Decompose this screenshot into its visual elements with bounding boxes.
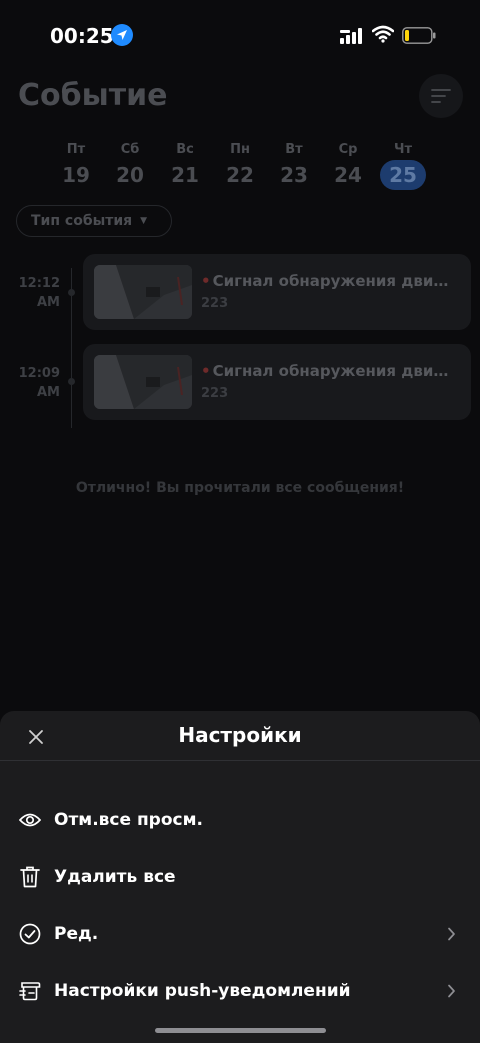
event-time: 12:09 AM xyxy=(10,364,60,402)
menu-item-label: Отм.все просм. xyxy=(54,810,203,830)
unread-dot-icon: • xyxy=(201,362,211,380)
event-thumbnail xyxy=(94,355,192,409)
day-number: 24 xyxy=(334,163,362,187)
check-circle-icon xyxy=(18,922,42,946)
screen: 00:25 Событие Пт 19 Сб 20 Вс 21 Пн 22 Вт… xyxy=(0,0,480,1043)
day-selector-item[interactable]: Вт 23 xyxy=(271,142,317,192)
event-time-ampm: AM xyxy=(37,295,60,310)
event-title-text: Сигнал обнаружения движения xyxy=(212,272,463,290)
event-card[interactable]: • Сигнал обнаружения движения 223 xyxy=(83,344,471,420)
day-selector-item[interactable]: Пт 19 xyxy=(53,142,99,192)
all-read-message: Отлично! Вы прочитали все сообщения! xyxy=(75,480,405,496)
wifi-icon xyxy=(372,25,394,43)
event-device: 223 xyxy=(201,296,229,311)
day-name: Ср xyxy=(338,142,358,157)
location-arrow-icon xyxy=(111,24,133,46)
day-number: 21 xyxy=(171,163,199,187)
day-number: 22 xyxy=(226,163,254,187)
day-name: Пн xyxy=(230,142,250,157)
unread-dot-icon: • xyxy=(201,272,211,290)
day-number: 19 xyxy=(62,163,90,187)
menu-item-label: Удалить все xyxy=(54,867,176,887)
menu-item-delete-all[interactable]: Удалить все xyxy=(0,851,480,903)
event-type-label: Тип события xyxy=(31,213,133,229)
day-selector-item[interactable]: Ср 24 xyxy=(325,142,371,192)
day-name: Вс xyxy=(176,142,194,157)
day-name: Вт xyxy=(285,142,303,157)
trash-icon xyxy=(18,865,42,889)
day-selector-item-selected[interactable]: Чт 25 xyxy=(380,142,426,192)
event-time-ampm: AM xyxy=(37,385,60,400)
menu-item-label: Ред. xyxy=(54,924,99,944)
event-time-clock: 12:12 xyxy=(18,276,60,291)
notification-settings-icon xyxy=(18,979,42,1003)
sheet-title: Настройки xyxy=(178,723,302,747)
event-type-dropdown[interactable]: Тип события ▼ xyxy=(16,205,172,237)
day-selector-item[interactable]: Сб 20 xyxy=(107,142,153,192)
menu-item-push-settings[interactable]: Настройки push-уведомлений xyxy=(0,965,480,1017)
day-name: Пт xyxy=(66,142,86,157)
timeline-dot xyxy=(68,289,75,296)
day-name: Сб xyxy=(120,142,140,157)
sort-filter-button[interactable] xyxy=(419,74,463,118)
settings-bottom-sheet: Настройки Отм.все просм. Удалить все Ред… xyxy=(0,711,480,1043)
day-selector-item[interactable]: Вс 21 xyxy=(162,142,208,192)
menu-item-mark-all-read[interactable]: Отм.все просм. xyxy=(0,794,480,846)
status-bar: 00:25 xyxy=(0,0,480,70)
chevron-right-icon xyxy=(444,927,458,941)
day-number: 25 xyxy=(380,160,426,190)
chevron-right-icon xyxy=(444,984,458,998)
event-time: 12:12 AM xyxy=(10,274,60,312)
event-time-clock: 12:09 xyxy=(18,366,60,381)
event-device: 223 xyxy=(201,386,229,401)
day-name: Чт xyxy=(393,142,413,157)
caret-down-icon: ▼ xyxy=(140,216,148,226)
event-thumbnail xyxy=(94,265,192,319)
event-title: • Сигнал обнаружения движения xyxy=(201,272,463,290)
day-number: 23 xyxy=(280,163,308,187)
menu-item-label: Настройки push-уведомлений xyxy=(54,981,351,1001)
timeline-dot xyxy=(68,378,75,385)
event-title: • Сигнал обнаружения движения xyxy=(201,362,463,380)
home-indicator[interactable] xyxy=(155,1028,326,1033)
menu-item-edit[interactable]: Ред. xyxy=(0,908,480,960)
cellular-signal-icon xyxy=(340,28,362,44)
event-title-text: Сигнал обнаружения движения xyxy=(212,362,463,380)
day-number: 20 xyxy=(116,163,144,187)
battery-icon xyxy=(402,27,436,44)
page-title: Событие xyxy=(18,78,168,113)
event-card[interactable]: • Сигнал обнаружения движения 223 xyxy=(83,254,471,330)
sheet-header: Настройки xyxy=(0,711,480,761)
status-time: 00:25 xyxy=(50,24,114,48)
day-selector-item[interactable]: Пн 22 xyxy=(217,142,263,192)
sort-lines-icon xyxy=(431,89,451,103)
eye-icon xyxy=(18,808,42,832)
